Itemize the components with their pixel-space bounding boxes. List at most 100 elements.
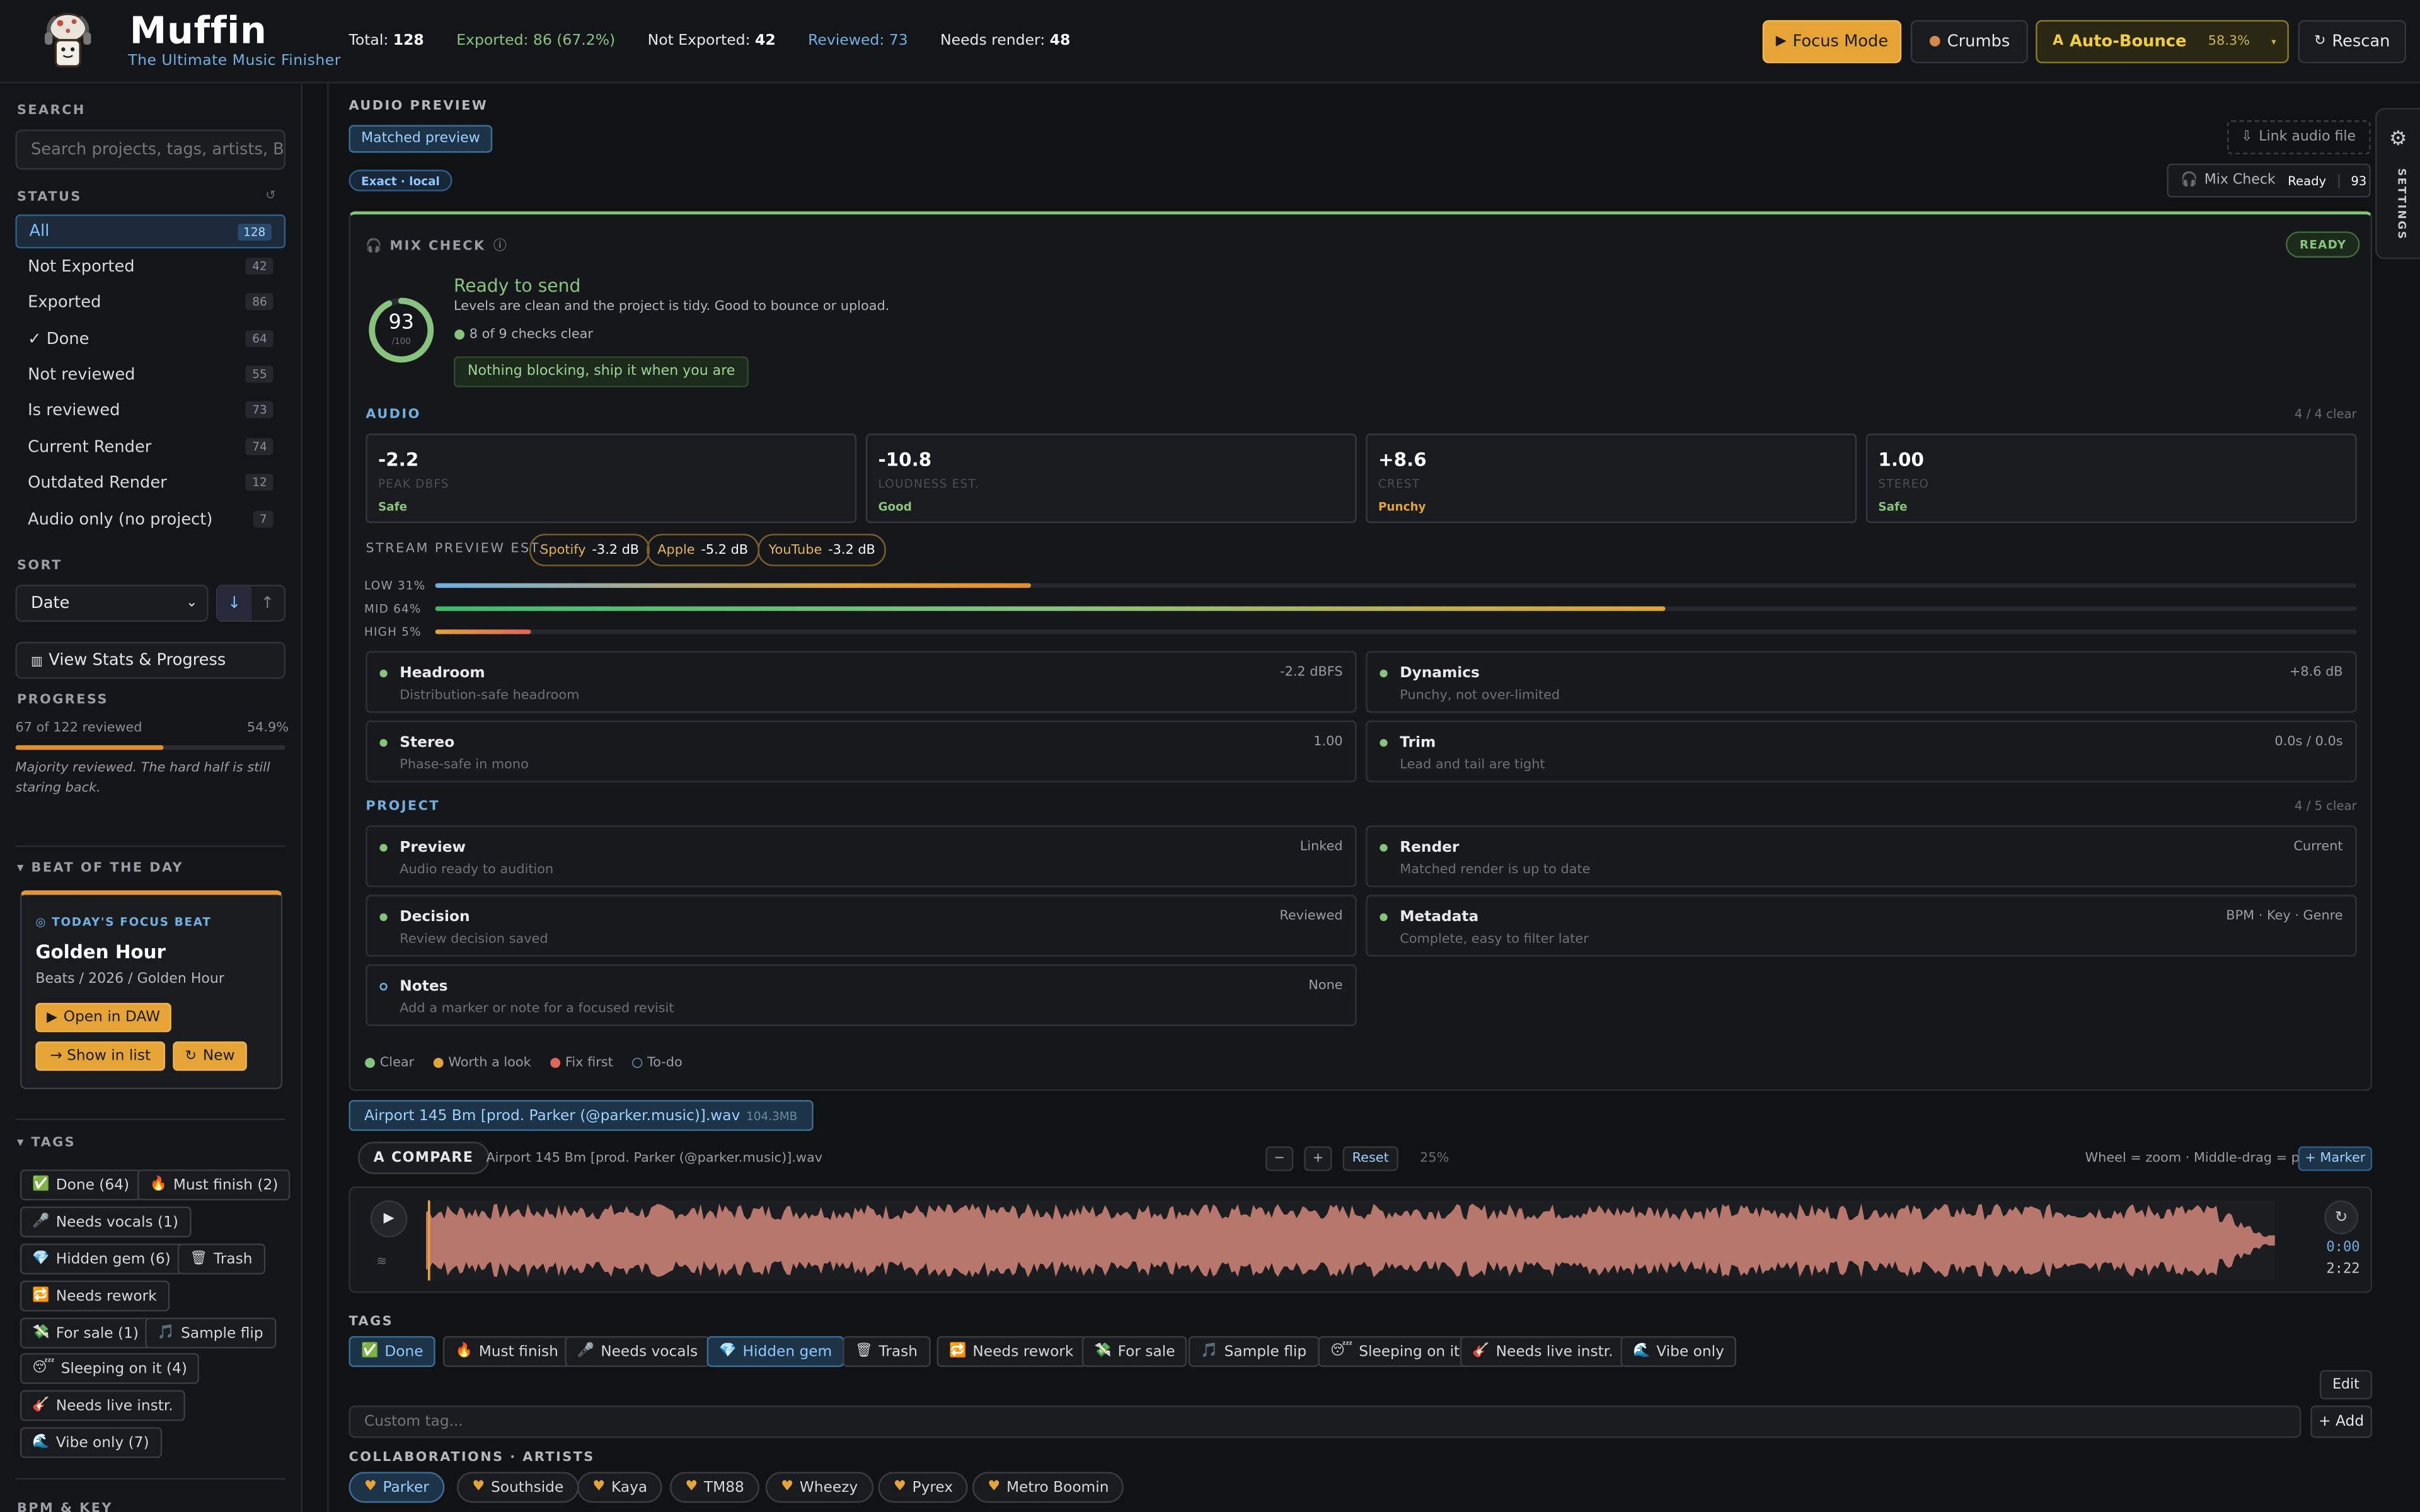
status-item-current-render[interactable]: Current Render 74: [15, 430, 285, 464]
view-stats-button[interactable]: ▥ View Stats & Progress: [15, 641, 286, 679]
focus-mode-button[interactable]: ▶ Focus Mode: [1762, 20, 1902, 64]
status-item-done[interactable]: ✓ Done 64: [15, 323, 285, 357]
sidebar-tag-needs-rework[interactable]: 🔁 Needs rework: [20, 1280, 170, 1312]
mix-check-chip[interactable]: 🎧 Mix Check Ready 93: [2167, 163, 2371, 198]
guitar-icon: 🎸: [32, 1397, 50, 1414]
tag-must-finish[interactable]: 🔥 Must finish: [442, 1336, 571, 1367]
band-high-track: [435, 629, 2357, 634]
sidebar-tag-must-finish[interactable]: 🔥 Must finish (2): [137, 1169, 291, 1201]
collab-metro-boomin[interactable]: ♥ Metro Boomin: [972, 1472, 1124, 1503]
tag-sample-flip[interactable]: 🎵 Sample flip: [1188, 1336, 1319, 1367]
zoom-out-button[interactable]: −: [1265, 1146, 1294, 1171]
refresh-icon: ↻: [2314, 33, 2326, 50]
tag-needs-rework[interactable]: 🔁 Needs rework: [936, 1336, 1086, 1367]
tag-for-sale[interactable]: 💸 For sale: [1081, 1336, 1188, 1367]
sidebar-tag-hidden-gem[interactable]: 💎 Hidden gem (6): [20, 1243, 183, 1274]
status-item-outdated-render[interactable]: Outdated Render 12: [15, 466, 285, 500]
reset-status-icon[interactable]: ↺: [265, 188, 275, 202]
zoom-hint: Wheel = zoom · Middle-drag = pan: [2085, 1150, 2316, 1167]
waveform-mode-icon[interactable]: ≋: [377, 1254, 387, 1268]
band-low-track: [435, 583, 2357, 588]
check-notes[interactable]: Notes Add a marker or note for a focused …: [366, 964, 1357, 1026]
audio-count: 4 / 4 clear: [2295, 407, 2357, 421]
sort-asc-icon[interactable]: ↑: [251, 587, 284, 621]
sidebar-tag-needs-live-instr[interactable]: 🎸 Needs live instr.: [20, 1390, 186, 1421]
reset-zoom-button[interactable]: Reset: [1342, 1146, 1398, 1171]
sidebar-tag-sleeping-on-it[interactable]: 😴 Sleeping on it (4): [20, 1353, 200, 1384]
crumbs-button[interactable]: ● Crumbs: [1910, 20, 2028, 64]
sidebar-tag-needs-vocals[interactable]: 🎤 Needs vocals (1): [20, 1206, 191, 1238]
progress-percent: 54.9%: [246, 720, 289, 736]
money-icon: 💸: [1094, 1344, 1112, 1360]
chevron-down-icon[interactable]: ▾: [2271, 37, 2276, 47]
info-icon[interactable]: ⓘ: [493, 239, 508, 255]
collabs-heading: COLLABORATIONS · ARTISTS: [349, 1450, 595, 1466]
show-in-list-button[interactable]: → Show in list: [35, 1041, 166, 1071]
status-item-all[interactable]: All 128: [15, 214, 286, 249]
tag-done[interactable]: ✅ Done: [349, 1336, 436, 1367]
check-box-icon: ✅: [32, 1177, 50, 1193]
status-item-audio-only[interactable]: Audio only (no project) 7: [15, 503, 285, 537]
score-value: 93: [388, 311, 414, 335]
check-box-icon: ✅: [361, 1344, 379, 1360]
add-marker-button[interactable]: + Marker: [2298, 1146, 2373, 1171]
search-input[interactable]: [15, 129, 286, 170]
edit-tags-button[interactable]: Edit: [2319, 1370, 2373, 1400]
heart-icon: ♥: [893, 1479, 906, 1496]
custom-tag-input[interactable]: [349, 1406, 2302, 1438]
zoom-in-button[interactable]: +: [1304, 1146, 1332, 1171]
status-item-not-reviewed[interactable]: Not reviewed 55: [15, 358, 285, 392]
sort-select[interactable]: Date ⌄: [15, 585, 209, 622]
auto-bounce-toggle[interactable]: A Auto-Bounce 58.3% ▾: [2036, 20, 2289, 64]
beat-heading[interactable]: ▾ BEAT OF THE DAY: [17, 861, 183, 876]
tag-sleeping-on-it[interactable]: 😴 Sleeping on it: [1318, 1336, 1472, 1367]
tags-heading[interactable]: ▾ TAGS: [17, 1135, 76, 1150]
rescan-button[interactable]: ↻ Rescan: [2298, 20, 2406, 64]
audio-file-label[interactable]: Airport 145 Bm [prod. Parker (@parker.mu…: [349, 1100, 813, 1131]
collab-wheezy[interactable]: ♥ Wheezy: [765, 1472, 873, 1503]
play-button[interactable]: ▶: [370, 1200, 408, 1238]
check-trim: Trim Lead and tail are tight 0.0s / 0.0s: [1366, 720, 2357, 782]
stream-spotify: Spotify -3.2 dB: [529, 534, 650, 566]
app-subtitle: The Ultimate Music Finisher: [128, 52, 341, 70]
status-item-is-reviewed[interactable]: Is reviewed 73: [15, 393, 285, 427]
bar-chart-icon: ▥: [30, 653, 43, 668]
sort-desc-icon[interactable]: ↓: [217, 586, 251, 621]
sleeping-face-icon: 😴: [1330, 1344, 1353, 1360]
waveform[interactable]: [425, 1200, 2275, 1281]
tag-hidden-gem[interactable]: 💎 Hidden gem: [706, 1336, 844, 1367]
stat-not-exported: Not Exported: 42: [647, 32, 776, 50]
mix-status-desc: Levels are clean and the project is tidy…: [454, 299, 890, 315]
collab-parker[interactable]: ♥ Parker: [349, 1472, 445, 1503]
status-count: 128: [237, 224, 272, 241]
stream-youtube: YouTube -3.2 dB: [758, 534, 886, 566]
link-audio-button[interactable]: ⇩ Link audio file: [2227, 120, 2371, 154]
tag-trash[interactable]: 🗑 Trash: [843, 1336, 930, 1367]
compare-icon: A: [373, 1150, 386, 1166]
sort-heading: SORT: [16, 558, 62, 575]
collab-tm88[interactable]: ♥ TM88: [669, 1472, 760, 1503]
sidebar-tag-trash[interactable]: 🗑 Trash: [177, 1243, 265, 1274]
sidebar-tag-vibe-only[interactable]: 🌊 Vibe only (7): [20, 1427, 162, 1458]
money-icon: 💸: [32, 1325, 50, 1341]
tag-needs-vocals[interactable]: 🎤 Needs vocals: [565, 1336, 710, 1367]
open-in-daw-button[interactable]: ▶ Open in DAW: [35, 1002, 171, 1033]
status-legend: ● Clear ● Worth a look ● Fix first ○ To-…: [364, 1055, 683, 1070]
sidebar-tag-for-sale[interactable]: 💸 For sale (1): [20, 1317, 151, 1349]
status-item-not-exported[interactable]: Not Exported 42: [15, 250, 285, 284]
sidebar-tag-done[interactable]: ✅ Done (64): [20, 1169, 142, 1201]
add-tag-button[interactable]: + Add: [2310, 1406, 2373, 1438]
new-beat-button[interactable]: ↻ New: [173, 1041, 247, 1071]
matched-preview-badge[interactable]: Matched preview: [349, 125, 493, 153]
sidebar-tag-sample-flip[interactable]: 🎵 Sample flip: [145, 1317, 276, 1349]
tag-needs-live-instr[interactable]: 🎸 Needs live instr.: [1460, 1336, 1626, 1367]
loop-button[interactable]: ↻: [2324, 1200, 2359, 1235]
collab-pyrex[interactable]: ♥ Pyrex: [878, 1472, 969, 1503]
settings-tab[interactable]: ⚙ SETTINGS: [2375, 108, 2420, 260]
collab-kaya[interactable]: ♥ Kaya: [577, 1472, 663, 1503]
progress-track: [15, 745, 286, 750]
compare-button[interactable]: A COMPARE: [358, 1142, 489, 1174]
collab-southside[interactable]: ♥ Southside: [456, 1472, 579, 1503]
status-item-exported[interactable]: Exported 86: [15, 285, 285, 319]
tag-vibe-only[interactable]: 🌊 Vibe only: [1620, 1336, 1737, 1367]
